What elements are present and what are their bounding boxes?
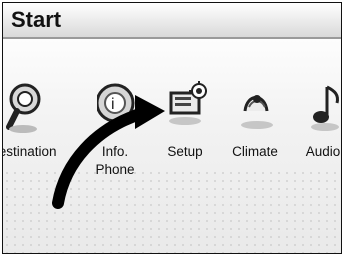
setup-icon <box>169 81 207 125</box>
audio-icon <box>311 85 339 131</box>
menu-label-setup: Setup <box>167 144 203 159</box>
destination-icon <box>6 83 41 133</box>
menu-label-climate: Climate <box>232 144 278 159</box>
page-title: Start <box>11 7 62 32</box>
climate-icon <box>241 95 273 129</box>
menu-label-info: Info. <box>101 144 129 159</box>
info-phone-icon: i <box>97 83 135 123</box>
svg-text:i: i <box>111 96 115 113</box>
menu-label-destination: Destination <box>3 144 57 159</box>
menu-item-destination[interactable]: Destination <box>3 81 57 191</box>
start-screen: Start Destination i Info. Phone <box>2 2 342 254</box>
menu-label-audio: Audio <box>305 144 341 159</box>
menu-item-info-phone[interactable]: i Info. Phone <box>83 81 147 191</box>
menu-item-audio[interactable]: Audio <box>291 81 341 191</box>
menu-label-phone: Phone <box>95 162 135 177</box>
menu-item-setup[interactable]: Setup <box>153 81 217 191</box>
title-bar: Start <box>3 3 341 39</box>
menu-item-climate[interactable]: Climate <box>223 81 287 191</box>
